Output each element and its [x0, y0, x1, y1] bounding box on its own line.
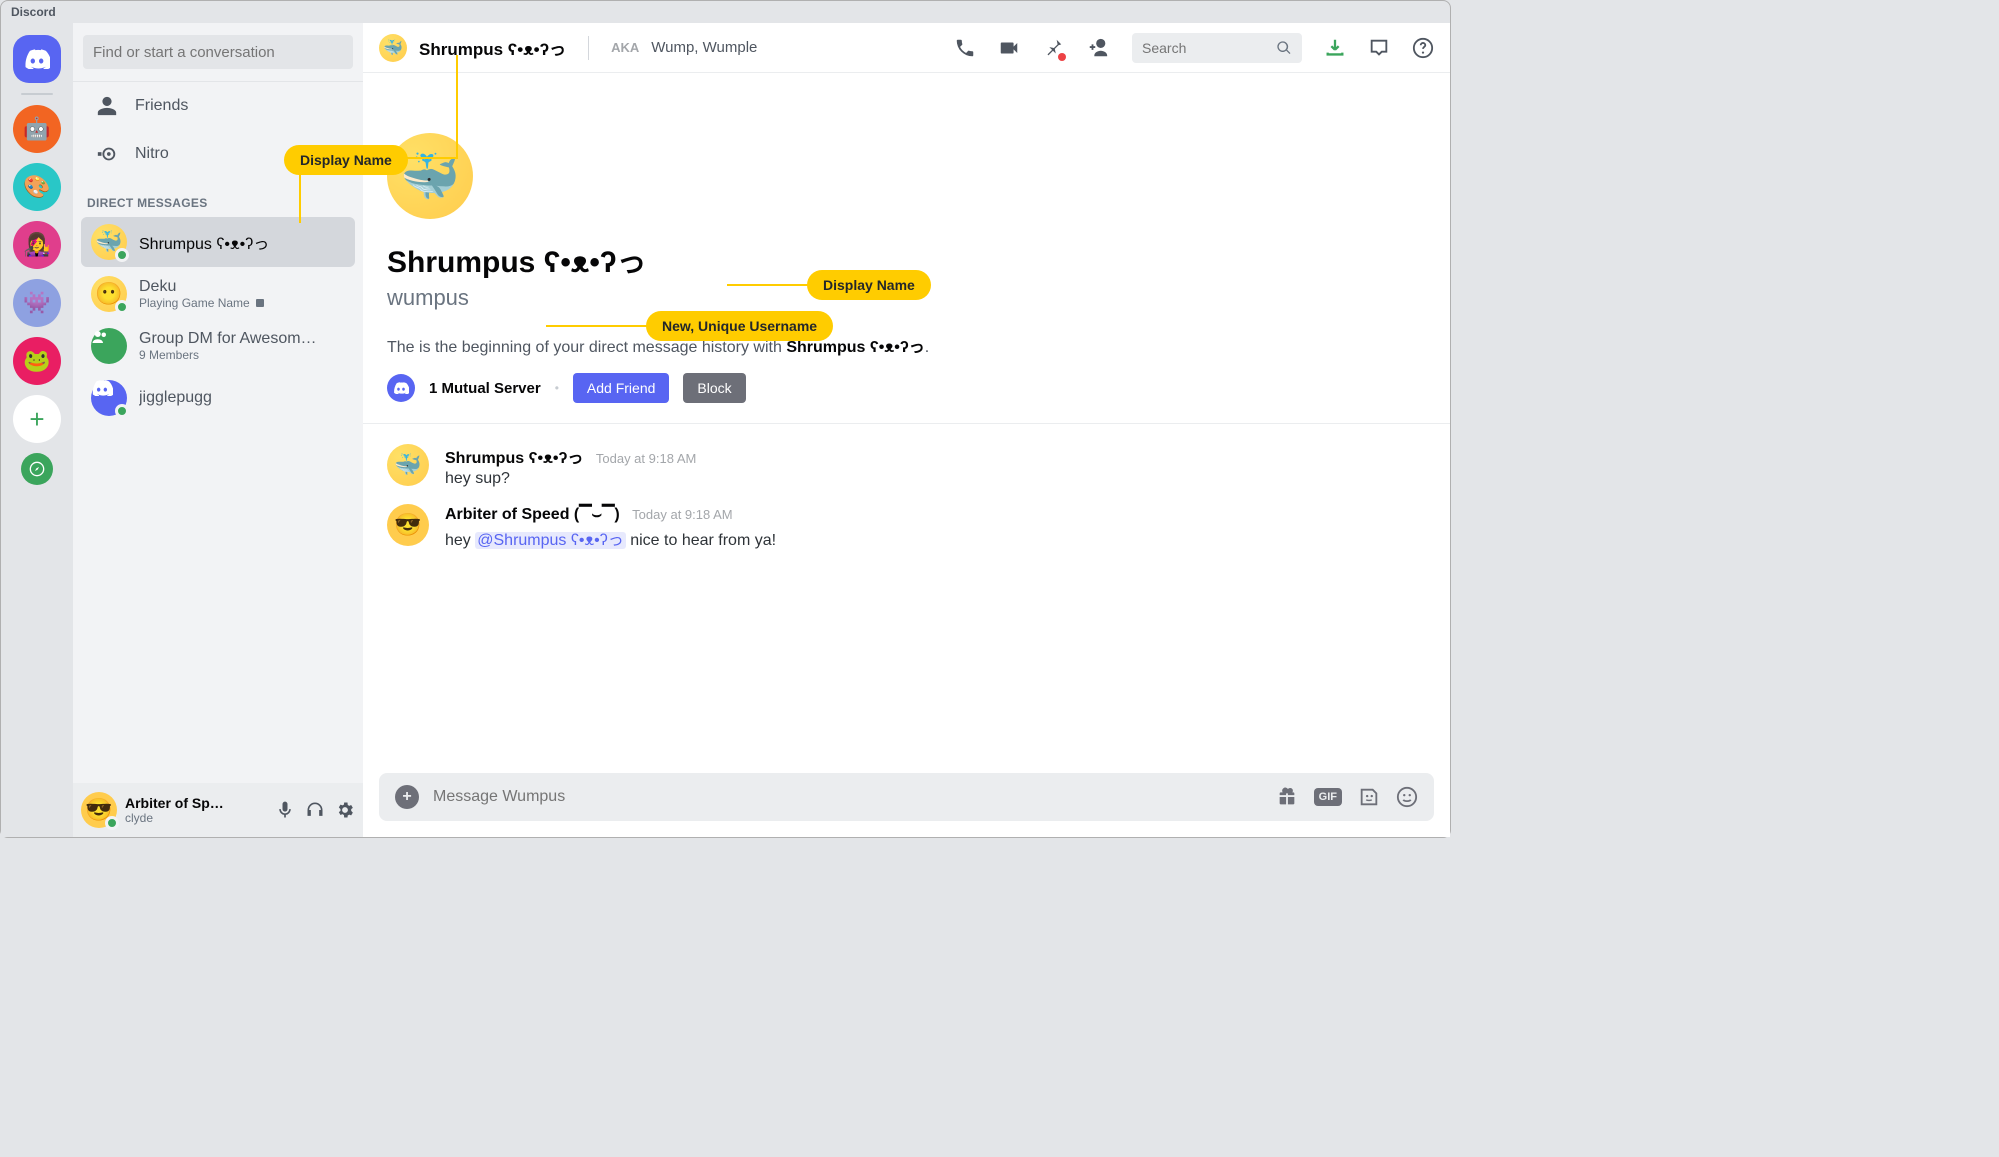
message-list: 🐳 Shrumpus ʕ•ᴥ•ʔっ Today at 9:18 AM hey s…: [363, 424, 1450, 586]
annotation-callout: Display Name: [807, 270, 931, 300]
server-rail: 🤖 🎨 👩‍🎤 👾 🐸 +: [1, 23, 73, 837]
self-avatar[interactable]: 😎: [81, 792, 117, 828]
group-icon: [91, 328, 109, 346]
self-username: clyde: [125, 811, 267, 825]
gift-icon[interactable]: [1276, 786, 1298, 808]
annotation-line: [727, 284, 809, 286]
dm-name: Deku: [139, 278, 266, 296]
video-call-icon[interactable]: [998, 37, 1020, 59]
avatar: [91, 380, 127, 416]
dm-item-group[interactable]: Group DM for Awesom… 9 Members: [81, 321, 355, 371]
app-title: Discord: [11, 5, 56, 19]
mutual-servers-text[interactable]: 1 Mutual Server: [429, 380, 541, 397]
dm-section-header: DIRECT MESSAGES: [73, 178, 363, 216]
self-display-name: Arbiter of Sp…: [125, 795, 267, 811]
server-item[interactable]: 👾: [13, 279, 61, 327]
gif-button[interactable]: GIF: [1314, 788, 1342, 806]
search-box[interactable]: [1132, 33, 1302, 63]
voice-call-icon[interactable]: [954, 37, 976, 59]
help-icon[interactable]: [1412, 37, 1434, 59]
inbox-download-icon[interactable]: [1324, 37, 1346, 59]
compass-icon: [29, 461, 45, 477]
sidebar-item-label: Nitro: [135, 145, 169, 163]
headphones-icon[interactable]: [305, 800, 325, 820]
aka-label: AKA: [611, 40, 639, 55]
nitro-icon: [95, 143, 119, 165]
annotation-callout: New, Unique Username: [646, 311, 833, 341]
titlebar: Discord: [1, 1, 1450, 23]
dm-intro-text: The is the beginning of your direct mess…: [387, 333, 1426, 357]
rich-presence-icon: [254, 297, 266, 309]
sidebar-item-friends[interactable]: Friends: [81, 84, 355, 128]
server-item[interactable]: 🤖: [13, 105, 61, 153]
add-server-button[interactable]: +: [13, 395, 61, 443]
attach-button[interactable]: +: [395, 785, 419, 809]
annotation-line: [299, 173, 301, 223]
dm-subtext: 9 Members: [139, 348, 317, 362]
discord-logo-icon: [91, 380, 113, 396]
discord-logo-icon: [24, 49, 50, 69]
sticker-icon[interactable]: [1358, 786, 1380, 808]
block-button[interactable]: Block: [683, 373, 745, 403]
user-panel: 😎 Arbiter of Sp… clyde: [73, 783, 363, 837]
avatar: 🐳: [91, 224, 127, 260]
inbox-icon[interactable]: [1368, 37, 1390, 59]
aka-value: Wump, Wumple: [651, 39, 757, 56]
dm-profile-header: 🐳 Shrumpus ʕ•ᴥ•ʔっ wumpus The is the begi…: [363, 73, 1450, 424]
message-avatar[interactable]: 🐳: [387, 444, 429, 486]
chat-header-name: Shrumpus ʕ•ᴥ•ʔっ: [419, 35, 566, 60]
dm-item-deku[interactable]: 😶 Deku Playing Game Name: [81, 269, 355, 319]
chat-header-avatar: 🐳: [379, 34, 407, 62]
add-friend-button[interactable]: Add Friend: [573, 373, 669, 403]
mutual-server-icon[interactable]: [387, 374, 415, 402]
composer-input[interactable]: [433, 788, 1262, 806]
message-body: hey @Shrumpus ʕ•ᴥ•ʔっ nice to hear from y…: [445, 526, 776, 550]
message-body: hey sup?: [445, 470, 696, 488]
server-item[interactable]: 👩‍🎤: [13, 221, 61, 269]
settings-gear-icon[interactable]: [335, 800, 355, 820]
emoji-icon[interactable]: [1396, 786, 1418, 808]
server-item[interactable]: 🎨: [13, 163, 61, 211]
chat-main: 🐳 Shrumpus ʕ•ᴥ•ʔっ AKA Wump, Wumple: [363, 23, 1450, 837]
find-conversation-input[interactable]: [83, 35, 353, 69]
sidebar-item-label: Friends: [135, 97, 188, 115]
mic-icon[interactable]: [275, 800, 295, 820]
message-timestamp: Today at 9:18 AM: [632, 507, 732, 522]
message-timestamp: Today at 9:18 AM: [596, 451, 696, 466]
message: 😎 Arbiter of Speed (▔⌣▔) Today at 9:18 A…: [387, 504, 1426, 550]
dm-name: jigglepugg: [139, 389, 212, 407]
server-item[interactable]: 🐸: [13, 337, 61, 385]
annotation-line: [546, 325, 648, 327]
dm-home-button[interactable]: [13, 35, 61, 83]
divider: [588, 36, 589, 60]
dot-separator: •: [555, 381, 559, 395]
add-friends-icon[interactable]: [1086, 37, 1110, 59]
annotation-line: [456, 55, 458, 158]
chat-header: 🐳 Shrumpus ʕ•ᴥ•ʔっ AKA Wump, Wumple: [363, 23, 1450, 73]
pinned-messages-icon[interactable]: [1042, 37, 1064, 59]
friends-icon: [95, 95, 119, 117]
server-separator: [21, 93, 53, 95]
mention[interactable]: @Shrumpus ʕ•ᴥ•ʔっ: [475, 532, 626, 549]
dm-item-shrumpus[interactable]: 🐳 Shrumpus ʕ•ᴥ•ʔっ: [81, 217, 355, 267]
message-composer: + GIF: [379, 773, 1434, 821]
message: 🐳 Shrumpus ʕ•ᴥ•ʔっ Today at 9:18 AM hey s…: [387, 444, 1426, 488]
dm-item-jigglepugg[interactable]: jigglepugg: [81, 373, 355, 423]
search-icon: [1276, 40, 1292, 56]
message-author[interactable]: Shrumpus ʕ•ᴥ•ʔっ: [445, 450, 583, 467]
avatar: 😶: [91, 276, 127, 312]
message-author[interactable]: Arbiter of Speed (▔⌣▔): [445, 506, 620, 523]
dm-name: Shrumpus ʕ•ᴥ•ʔっ: [139, 230, 269, 254]
explore-servers-button[interactable]: [21, 453, 53, 485]
search-input[interactable]: [1142, 40, 1262, 56]
annotation-callout: Display Name: [284, 145, 408, 175]
message-avatar[interactable]: 😎: [387, 504, 429, 546]
avatar: [91, 328, 127, 364]
dm-subtext: Playing Game Name: [139, 296, 266, 310]
dm-name: Group DM for Awesom…: [139, 330, 317, 348]
